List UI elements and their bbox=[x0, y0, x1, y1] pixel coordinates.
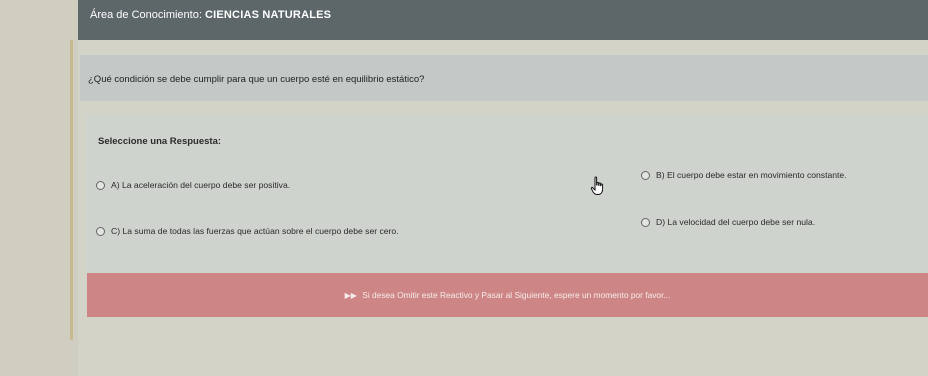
answers-title: Seleccione una Respuesta: bbox=[98, 136, 222, 147]
option-b[interactable]: B) El cuerpo debe estar en movimiento co… bbox=[641, 170, 847, 180]
radio-button-d[interactable] bbox=[641, 217, 650, 227]
answers-panel: Seleccione una Respuesta: A) La acelerac… bbox=[86, 115, 928, 275]
question-text: ¿Qué condición se debe cumplir para que … bbox=[88, 74, 425, 85]
left-margin bbox=[0, 0, 78, 376]
option-c-label: C) La suma de todas las fuerzas que actú… bbox=[111, 226, 399, 236]
option-d-label: D) La velocidad del cuerpo debe ser nula… bbox=[656, 217, 816, 227]
skip-question-button[interactable]: ▶▶ Si desea Omitir este Reactivo y Pasar… bbox=[87, 273, 928, 317]
question-box: ¿Qué condición se debe cumplir para que … bbox=[80, 55, 928, 101]
fast-forward-icon: ▶▶ bbox=[344, 291, 357, 300]
hand-pointer-icon bbox=[590, 176, 604, 195]
option-d[interactable]: D) La velocidad del cuerpo debe ser nula… bbox=[641, 217, 815, 227]
radio-button-b[interactable] bbox=[641, 170, 650, 180]
option-b-label: B) El cuerpo debe estar en movimiento co… bbox=[656, 170, 847, 180]
skip-question-label: Si desea Omitir este Reactivo y Pasar al… bbox=[362, 290, 671, 300]
knowledge-area-value: CIENCIAS NATURALES bbox=[204, 9, 332, 21]
margin-divider bbox=[70, 40, 73, 340]
option-a-label: A) La aceleración del cuerpo debe ser po… bbox=[111, 180, 291, 190]
knowledge-area-label: Área de Conocimiento: bbox=[90, 9, 202, 21]
knowledge-area-header: Área de Conocimiento: CIENCIAS NATURALES bbox=[78, 0, 928, 40]
option-c[interactable]: C) La suma de todas las fuerzas que actú… bbox=[96, 226, 399, 236]
radio-button-c[interactable] bbox=[96, 226, 105, 236]
radio-button-a[interactable] bbox=[96, 180, 105, 190]
option-a[interactable]: A) La aceleración del cuerpo debe ser po… bbox=[96, 180, 290, 190]
